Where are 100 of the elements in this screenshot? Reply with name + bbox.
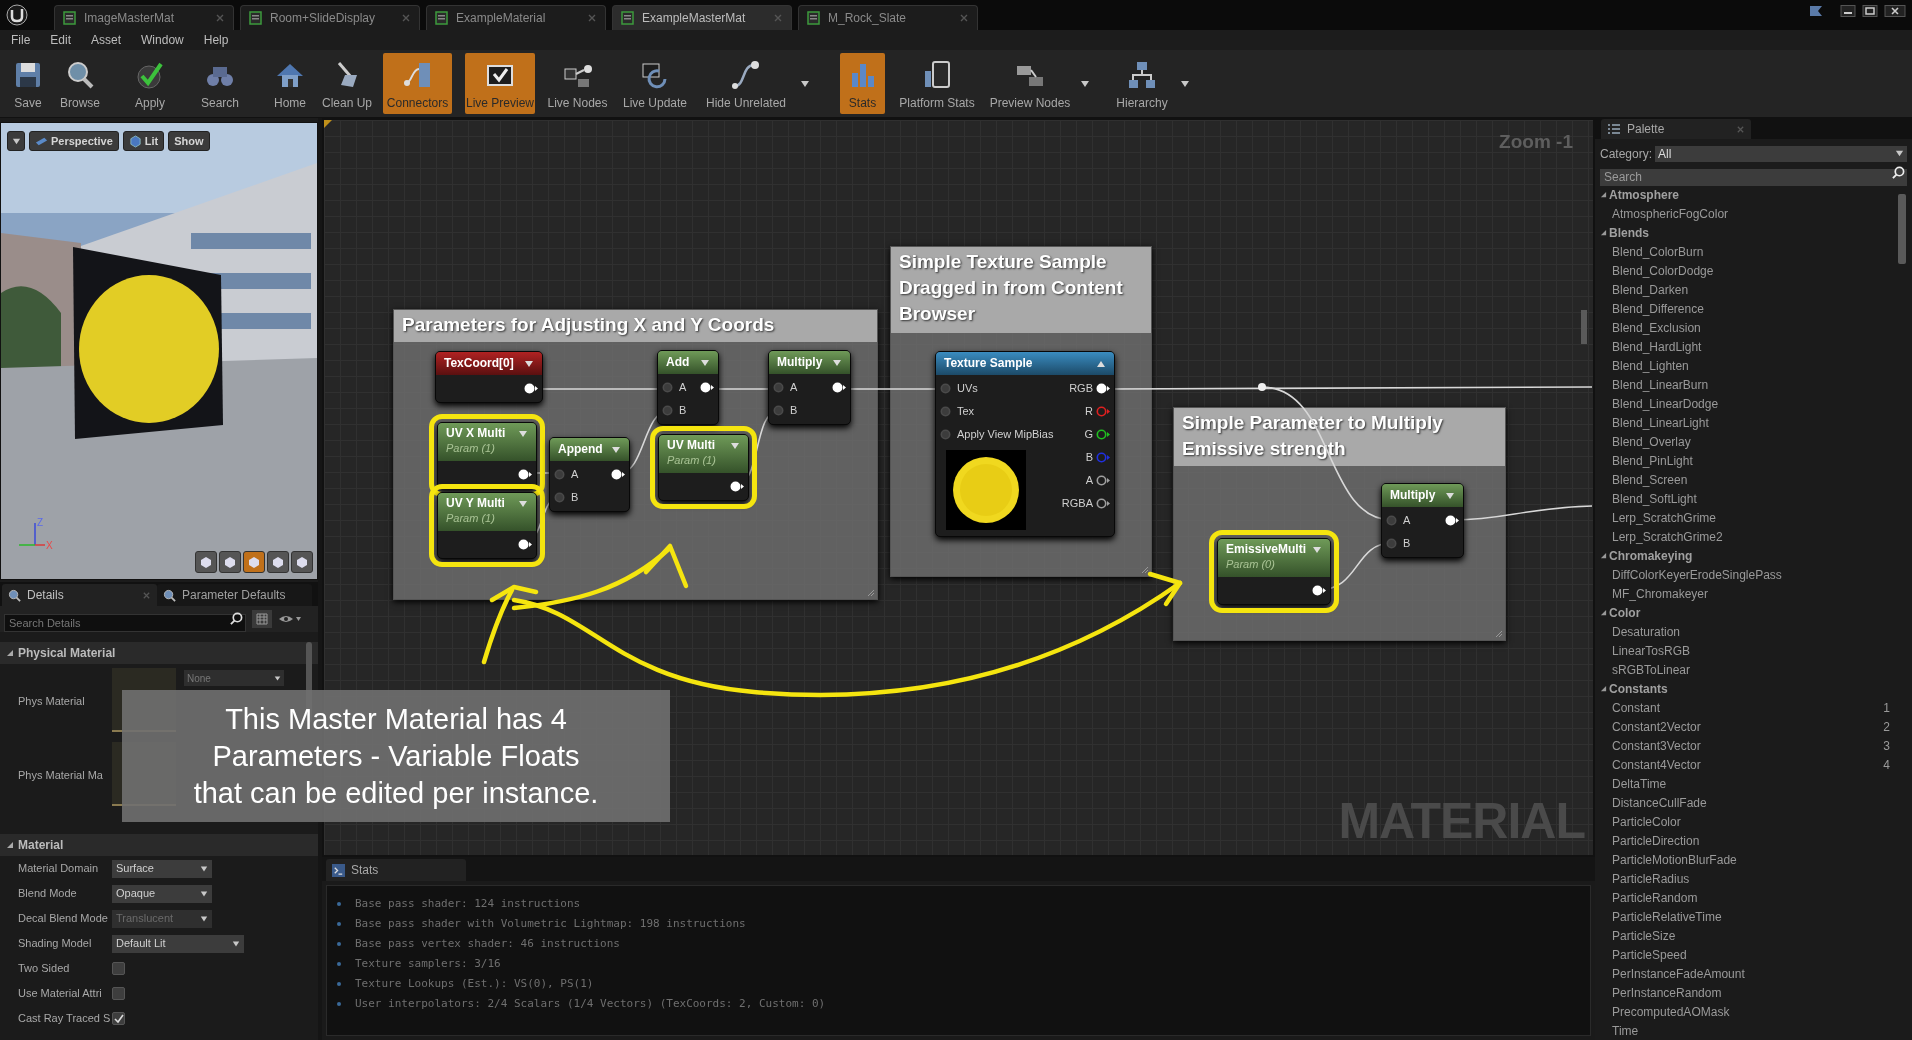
search-field[interactable]: Search	[1600, 168, 1907, 186]
menu-item[interactable]: File	[4, 31, 38, 49]
editor-tab[interactable]: Room+SlideDisplay	[240, 5, 420, 30]
output-pin[interactable]	[700, 382, 714, 393]
output-pin[interactable]	[518, 539, 532, 550]
eye-icon[interactable]	[278, 613, 302, 625]
palette-item[interactable]: MF_Chromakeyer	[1612, 584, 1709, 603]
checkbox[interactable]	[112, 1012, 125, 1025]
palette-item[interactable]: ParticleSize	[1612, 926, 1676, 945]
category-dropdown[interactable]: All	[1655, 145, 1907, 162]
palette-category[interactable]: Chromakeying	[1600, 546, 1890, 565]
output-pin[interactable]	[730, 481, 744, 492]
palette-category[interactable]: Atmosphere	[1600, 185, 1890, 204]
palette-item[interactable]: Blend_ColorDodge	[1612, 261, 1714, 280]
toolbar-button[interactable]: Clean Up	[320, 53, 374, 114]
toolbar-button[interactable]: Apply	[120, 53, 180, 114]
material-node[interactable]: TexCoord[0]	[435, 351, 543, 403]
caret-icon[interactable]	[1180, 78, 1190, 89]
toolbar-button[interactable]: Hierarchy	[1112, 53, 1172, 114]
palette-item[interactable]: LinearTosRGB	[1612, 641, 1691, 660]
resize-grip-icon[interactable]	[865, 587, 875, 597]
minimize-icon[interactable]	[1840, 5, 1856, 17]
palette-item[interactable]: Blend_Exclusion	[1612, 318, 1701, 337]
output-pin[interactable]	[524, 383, 538, 394]
palette-item[interactable]: Constant3Vector	[1612, 736, 1701, 755]
scrollbar-thumb[interactable]	[1581, 310, 1587, 344]
palette-item[interactable]: ParticleRelativeTime	[1612, 907, 1722, 926]
palette-item[interactable]: ParticleRandom	[1612, 888, 1698, 907]
toolbar-button[interactable]: Preview Nodes	[988, 53, 1072, 114]
section-header[interactable]: Physical Material	[0, 642, 318, 664]
dropdown[interactable]: Surface	[112, 859, 212, 878]
material-node[interactable]: Append A B	[549, 437, 630, 512]
palette-item[interactable]: Desaturation	[1612, 622, 1681, 641]
palette-item[interactable]: DeltaTime	[1612, 774, 1667, 793]
palette-item[interactable]: ParticleDirection	[1612, 831, 1700, 850]
resize-grip-icon[interactable]	[1493, 628, 1503, 638]
editor-tab[interactable]: M_Rock_Slate	[798, 5, 978, 30]
toolbar-button[interactable]: Search	[190, 53, 250, 114]
palette-item[interactable]: Blend_Screen	[1612, 470, 1688, 489]
palette-item[interactable]: PerInstanceFadeAmount	[1612, 964, 1745, 983]
toolbar-button[interactable]: Browse	[55, 53, 105, 114]
material-node[interactable]: Multiply A B	[768, 350, 851, 425]
output-pin[interactable]	[611, 469, 625, 480]
palette-item[interactable]: Lerp_ScratchGrime2	[1612, 527, 1723, 546]
output-pin[interactable]	[518, 469, 532, 480]
editor-tab[interactable]: ImageMasterMat	[54, 5, 234, 30]
palette-item[interactable]: Blend_Darken	[1612, 280, 1689, 299]
material-node[interactable]: Multiply A B	[1381, 483, 1464, 558]
reroute-knot[interactable]	[1258, 383, 1266, 391]
caret-icon[interactable]	[800, 78, 810, 89]
palette-category[interactable]: Constants	[1600, 679, 1890, 698]
toolbar-button[interactable]: Live Preview	[465, 53, 535, 114]
output-pin[interactable]	[1445, 515, 1459, 526]
palette-item[interactable]: Lerp_ScratchGrime	[1612, 508, 1717, 527]
checkbox[interactable]	[112, 962, 125, 975]
editor-tab[interactable]: ExampleMaterial	[426, 5, 606, 30]
panel-tab[interactable]: Palette	[1601, 119, 1751, 139]
caret-icon[interactable]	[1096, 359, 1106, 369]
palette-item[interactable]: PerInstanceRandom	[1612, 983, 1722, 1002]
view-mode-button[interactable]	[219, 551, 241, 573]
viewport-button[interactable]: Show	[168, 131, 210, 151]
caret-icon[interactable]	[1445, 491, 1455, 501]
checkbox[interactable]	[112, 987, 125, 1000]
toolbar-button[interactable]: Platform Stats	[891, 53, 983, 114]
toolbar-button[interactable]: Hide Unrelated	[700, 53, 792, 114]
palette-item[interactable]: DiffColorKeyerErodeSinglePass	[1612, 565, 1782, 584]
view-mode-button[interactable]	[267, 551, 289, 573]
palette-item[interactable]: AtmosphericFogColor	[1612, 204, 1729, 223]
palette-item[interactable]: Blend_LinearLight	[1612, 413, 1709, 432]
toolbar-button[interactable]: Live Update	[618, 53, 692, 114]
palette-category[interactable]: Color	[1600, 603, 1890, 622]
menu-item[interactable]: Window	[134, 31, 191, 49]
view-mode-button[interactable]	[195, 551, 217, 573]
palette-item[interactable]: Time	[1612, 1021, 1639, 1040]
caret-icon[interactable]	[700, 358, 710, 368]
palette-item[interactable]: Blend_ColorBurn	[1612, 242, 1704, 261]
palette-item[interactable]: Constant	[1612, 698, 1661, 717]
palette-item[interactable]: ParticleSpeed	[1612, 945, 1687, 964]
output-pin[interactable]	[832, 382, 846, 393]
palette-item[interactable]: PrecomputedAOMask	[1612, 1002, 1730, 1021]
section-header[interactable]: Material	[0, 834, 318, 856]
grid-view-button[interactable]	[252, 610, 272, 628]
palette-item[interactable]: Blend_Lighten	[1612, 356, 1689, 375]
material-node[interactable]: Texture Sample UVs Tex Apply View MipBias RGB R G B A RGBA	[935, 351, 1115, 537]
output-pin[interactable]	[1096, 429, 1110, 440]
caret-icon[interactable]	[832, 358, 842, 368]
palette-item[interactable]: Blend_PinLight	[1612, 451, 1693, 470]
palette-item[interactable]: sRGBToLinear	[1612, 660, 1691, 679]
palette-item[interactable]: Constant2Vector	[1612, 717, 1701, 736]
caret-icon[interactable]	[524, 359, 534, 369]
dropdown[interactable]: Opaque	[112, 884, 212, 903]
palette-item[interactable]: Blend_LinearBurn	[1612, 375, 1709, 394]
panel-tab[interactable]: Details	[2, 584, 157, 606]
panel-tab[interactable]: Parameter Defaults	[157, 584, 312, 606]
material-node[interactable]: Add A B	[657, 350, 719, 425]
output-pin[interactable]	[1096, 475, 1110, 486]
caret-icon[interactable]	[611, 445, 621, 455]
dropdown[interactable]: Default Lit	[112, 934, 244, 953]
view-mode-button[interactable]	[243, 551, 265, 573]
menu-item[interactable]: Edit	[43, 31, 79, 49]
